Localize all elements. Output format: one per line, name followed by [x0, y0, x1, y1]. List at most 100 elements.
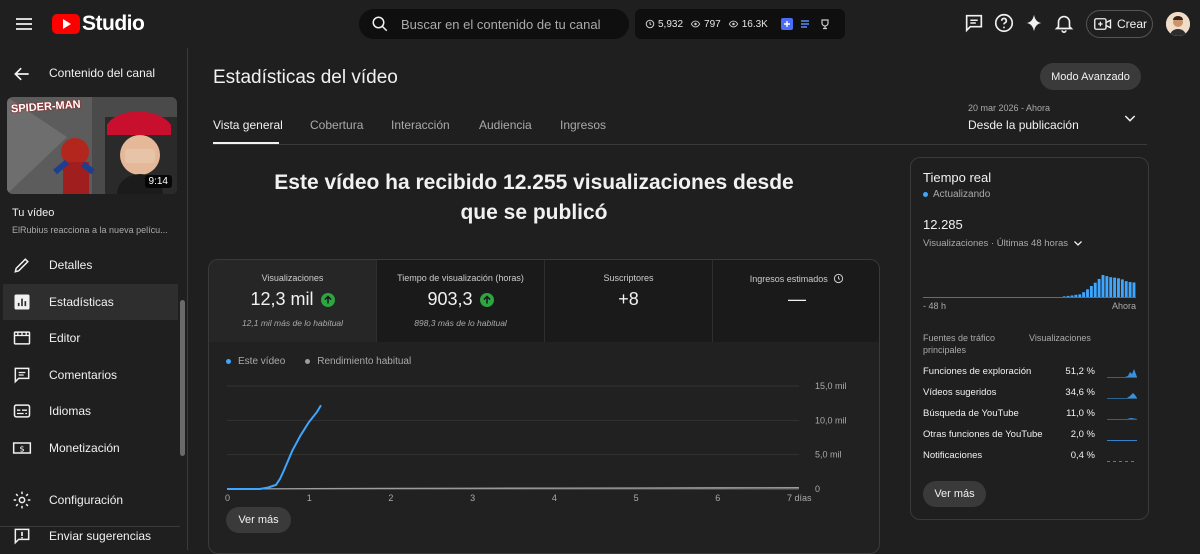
- metric-subscribers[interactable]: Suscriptores +8: [545, 260, 713, 342]
- legend-dot: [305, 359, 311, 364]
- arrow-up-circle-icon: [320, 292, 335, 307]
- traffic-source-row[interactable]: Notificaciones 0,4 %: [923, 448, 1137, 464]
- date-range-selector[interactable]: 20 mar 2026 - Ahora Desde la publicación: [968, 103, 1079, 132]
- views-line-chart[interactable]: 0 5,0 mil 10,0 mil 15,0 mil 0 1 2 3 4 5 6 7 días: [209, 370, 880, 505]
- chart-legend: Este vídeo Rendimiento habitual: [226, 356, 431, 367]
- sidebar-item-label: Estadísticas: [49, 295, 114, 309]
- sidebar-item-configuracion[interactable]: Configuración: [3, 482, 178, 518]
- traffic-sparkline: [1107, 369, 1137, 378]
- sidebar-item-label: Monetización: [49, 441, 120, 455]
- video-title: ElRubius reacciona a la nueva pelícu...: [12, 225, 168, 235]
- sidebar-item-enviar-sugerencias[interactable]: Enviar sugerencias: [3, 518, 178, 554]
- traffic-source-pct: 0,4 %: [1070, 450, 1095, 461]
- sidebar-item-idiomas[interactable]: Idiomas: [3, 393, 178, 429]
- dollar-icon: $: [12, 442, 32, 454]
- realtime-subtitle: Visualizaciones · Últimas 48 horas: [923, 237, 1069, 249]
- x-tick-label: 7 días: [787, 493, 812, 503]
- realtime-bar: [1128, 282, 1132, 297]
- eye-icon: [728, 20, 738, 28]
- traffic-source-row[interactable]: Otras funciones de YouTube 2,0 %: [923, 427, 1137, 443]
- pencil-icon: [14, 258, 29, 273]
- traffic-source-pct: 34,6 %: [1065, 387, 1095, 398]
- metric-value-wrap: 12,3 mil: [209, 289, 376, 310]
- realtime-see-more-button[interactable]: Ver más: [923, 481, 986, 507]
- realtime-bar: [1132, 282, 1136, 297]
- sidebar-item-editor[interactable]: Editor: [3, 320, 178, 356]
- metric-sub: 898,3 más de lo habitual: [414, 318, 507, 328]
- x-tick-label: 6: [715, 493, 720, 503]
- tab-interaccion[interactable]: Interacción: [391, 118, 450, 132]
- legend-item-this-video: Este vídeo: [226, 356, 285, 367]
- traffic-source-name: Vídeos sugeridos: [923, 387, 997, 398]
- metric-revenue[interactable]: Ingresos estimados —: [713, 260, 879, 342]
- chevron-down-icon[interactable]: [1122, 110, 1138, 126]
- feedback-icon: [14, 528, 30, 545]
- menu-icon[interactable]: [12, 12, 36, 36]
- advanced-mode-button[interactable]: Modo Avanzado: [1040, 63, 1141, 90]
- metric-value: +8: [618, 289, 639, 309]
- tab-ingresos[interactable]: Ingresos: [560, 118, 606, 132]
- clock-icon: [645, 19, 655, 29]
- video-thumbnail[interactable]: SPIDER-MAN 9:14: [7, 97, 177, 194]
- metric-value: 12,3 mil: [250, 289, 314, 309]
- metric-label: Suscriptores: [603, 273, 654, 283]
- traffic-views-header: Visualizaciones: [1029, 333, 1091, 343]
- traffic-sparkline: [1107, 440, 1137, 441]
- help-icon[interactable]: [993, 12, 1017, 36]
- comments-top-icon[interactable]: [963, 12, 987, 36]
- realtime-bar: [1066, 295, 1070, 297]
- realtime-bar: [1097, 278, 1101, 297]
- trophy-icon: [821, 19, 829, 30]
- sparkle-icon[interactable]: [1023, 12, 1047, 36]
- sidebar-item-monetizacion[interactable]: $ Monetización: [3, 430, 178, 466]
- notifications-bell-icon[interactable]: [1053, 12, 1077, 36]
- stat-value: 5,932: [658, 18, 684, 30]
- tab-audiencia[interactable]: Audiencia: [479, 118, 532, 132]
- realtime-metric-selector[interactable]: Visualizaciones · Últimas 48 horas: [923, 237, 1084, 249]
- overview-card: Visualizaciones 12,3 mil 12,1 mil más de…: [208, 259, 880, 554]
- see-more-button[interactable]: Ver más: [226, 507, 291, 533]
- x-tick-label: 5: [634, 493, 639, 503]
- realtime-bar-chart[interactable]: [923, 268, 1136, 298]
- sidebar-item-estadisticas[interactable]: Estadísticas: [3, 284, 178, 320]
- realtime-bar: [1109, 277, 1113, 297]
- traffic-sparkline: [1107, 418, 1137, 420]
- metric-value: —: [788, 289, 806, 309]
- back-arrow-icon[interactable]: [12, 64, 32, 89]
- tab-vista-general[interactable]: Vista general: [213, 118, 283, 132]
- realtime-bar: [1117, 278, 1120, 297]
- realtime-bar: [1082, 292, 1086, 297]
- sidebar-back-title[interactable]: Contenido del canal: [49, 66, 155, 80]
- realtime-bar: [1124, 281, 1128, 297]
- tab-cobertura[interactable]: Cobertura: [310, 118, 363, 132]
- account-avatar[interactable]: [1166, 12, 1190, 36]
- legend-item-typical: Rendimiento habitual: [305, 356, 411, 367]
- sidebar-item-comentarios[interactable]: Comentarios: [3, 357, 178, 393]
- comments-icon: [14, 367, 30, 384]
- realtime-status: Actualizando: [923, 189, 990, 200]
- clock-icon: [834, 273, 844, 284]
- metric-label: Visualizaciones: [261, 273, 324, 283]
- x-tick-label: 2: [388, 493, 393, 503]
- search-bar[interactable]: [359, 9, 629, 39]
- realtime-bar: [1101, 275, 1105, 297]
- sidebar-scrollbar[interactable]: [180, 300, 185, 456]
- sidebar-item-detalles[interactable]: Detalles: [3, 247, 178, 283]
- traffic-source-row[interactable]: Vídeos sugeridos 34,6 %: [923, 385, 1137, 401]
- realtime-bar: [1062, 296, 1066, 297]
- traffic-source-row[interactable]: Funciones de exploración 51,2 %: [923, 364, 1137, 380]
- traffic-source-row[interactable]: Búsqueda de YouTube 11,0 %: [923, 406, 1137, 422]
- traffic-source-name: Notificaciones: [923, 450, 983, 461]
- traffic-source-pct: 11,0 %: [1066, 408, 1095, 419]
- analytics-icon: [14, 294, 30, 310]
- metric-watch-time[interactable]: Tiempo de visualización (horas) 903,3 89…: [377, 260, 545, 342]
- metric-views[interactable]: Visualizaciones 12,3 mil 12,1 mil más de…: [209, 260, 377, 342]
- channel-stats-pill[interactable]: 5,932 797 16.3K: [635, 9, 845, 39]
- svg-text:$: $: [19, 443, 24, 453]
- traffic-source-name: Búsqueda de YouTube: [923, 408, 1019, 419]
- youtube-studio-logo[interactable]: Studio: [52, 12, 145, 36]
- realtime-bar: [1105, 276, 1109, 297]
- search-input[interactable]: [401, 9, 621, 39]
- create-button[interactable]: Crear: [1086, 10, 1153, 38]
- sidebar-item-label: Idiomas: [49, 404, 92, 418]
